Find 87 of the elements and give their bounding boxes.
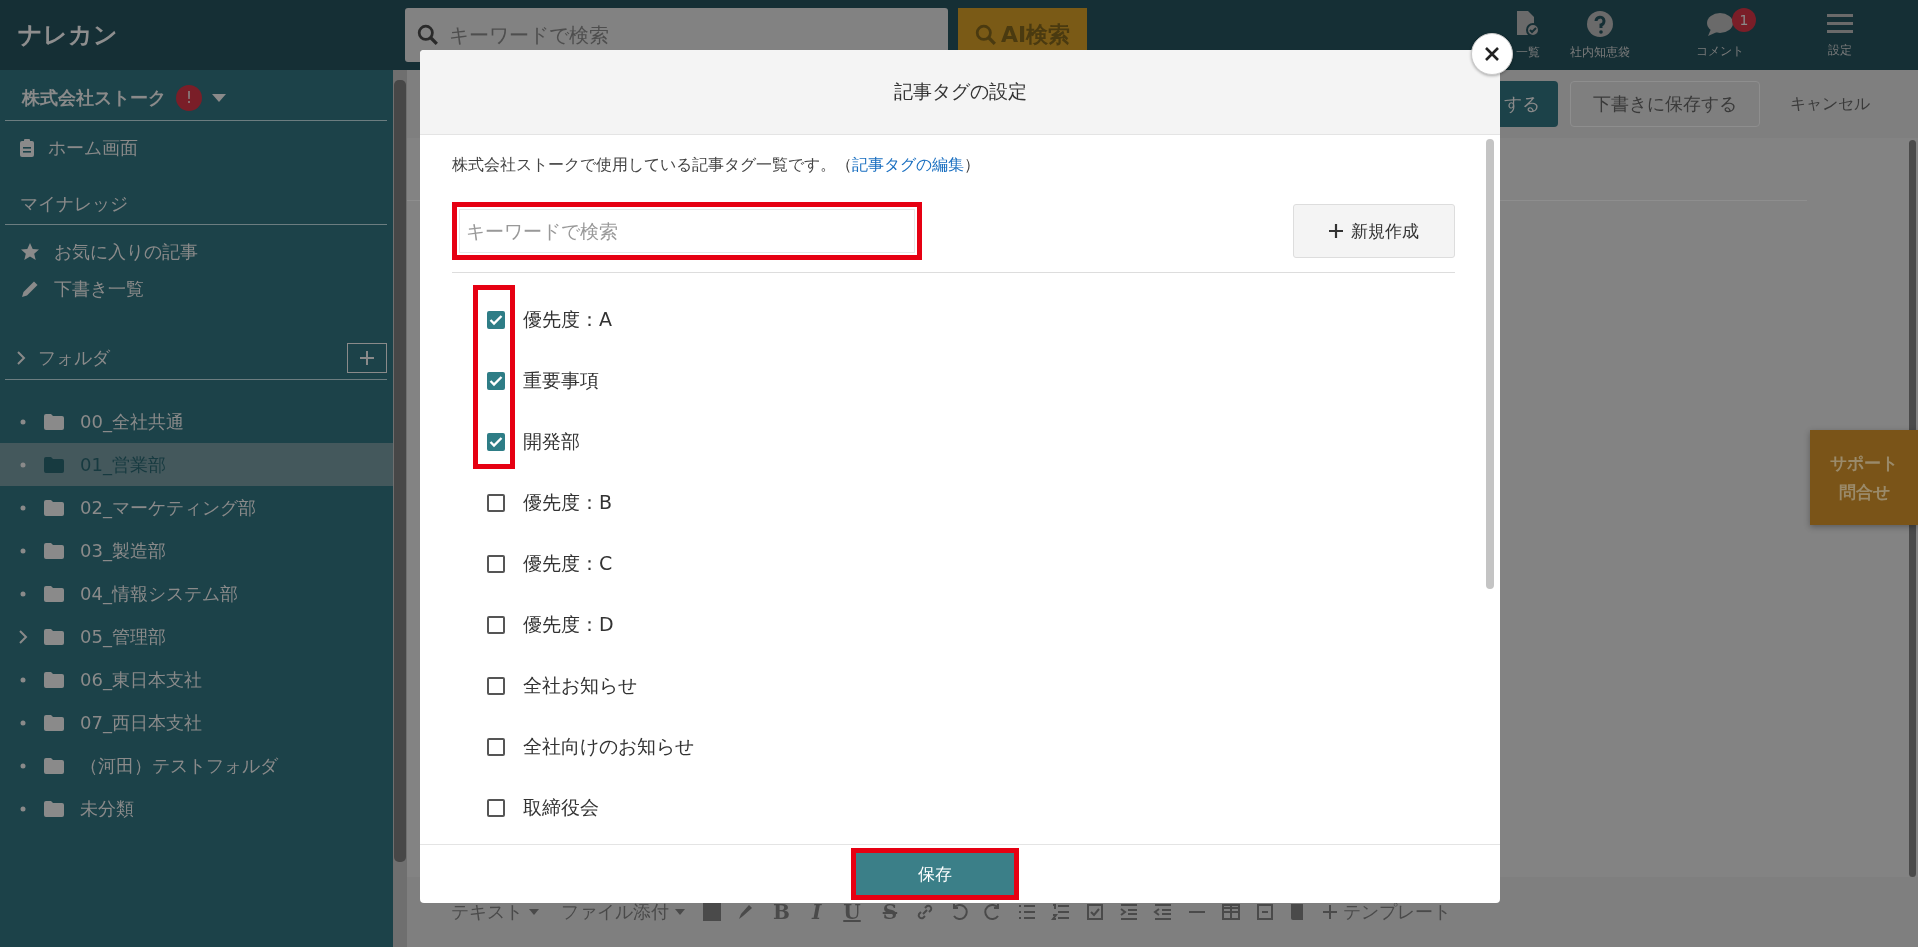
folder-item[interactable]: 06_東日本支社	[0, 658, 393, 701]
add-folder-button[interactable]	[347, 343, 387, 373]
dialog-title: 記事タグの設定	[893, 79, 1027, 104]
checkbox[interactable]	[487, 615, 505, 634]
help-icon	[1586, 9, 1614, 38]
indent-icon[interactable]	[1119, 902, 1140, 922]
tag-label: 開発部	[523, 428, 580, 454]
folder-icon	[44, 413, 64, 430]
caret-icon[interactable]	[212, 94, 226, 102]
search-field[interactable]: キーワードで検索	[459, 209, 915, 253]
plus-icon	[1323, 905, 1338, 919]
star-icon	[20, 241, 40, 262]
tag-label: 重要事項	[523, 367, 599, 393]
chevron-icon[interactable]	[16, 350, 26, 366]
folder-item[interactable]: 04_情報システム部	[0, 572, 393, 615]
checkbox[interactable]	[487, 310, 505, 329]
tag-label: 優先度：A	[523, 306, 612, 332]
caret-icon	[529, 909, 539, 915]
save-button[interactable]: 保存	[856, 853, 1014, 895]
folder-item[interactable]: 03_製造部	[0, 529, 393, 572]
folder-icon	[44, 800, 64, 817]
close-icon	[1484, 46, 1500, 62]
cancel-button[interactable]: キャンセル	[1772, 81, 1888, 127]
edit-tags-link[interactable]: 記事タグの編集	[852, 155, 964, 174]
folder-item[interactable]: （河田）テストフォルダ	[0, 744, 393, 787]
folder-item[interactable]: 07_西日本支社	[0, 701, 393, 744]
folder-icon	[44, 499, 64, 516]
logo: ナレカン	[18, 20, 119, 51]
scrollbar-thumb[interactable]	[394, 80, 406, 862]
checkbox[interactable]	[487, 432, 505, 451]
save-draft-button[interactable]: 下書きに保存する	[1570, 81, 1760, 127]
document-icon	[1514, 9, 1540, 38]
menu-icon	[1827, 11, 1853, 36]
nav-button[interactable]: 社内知恵袋	[1540, 0, 1660, 70]
checkbox[interactable]	[487, 493, 505, 512]
sidebar-link[interactable]: 下書き一覧	[20, 270, 387, 307]
tag-label: 優先度：D	[523, 611, 614, 637]
tag-label: 優先度：B	[523, 489, 613, 515]
outdent-icon[interactable]	[1153, 902, 1174, 922]
bullet-list-icon[interactable]	[1017, 902, 1038, 922]
tag-label: 取締役会	[523, 794, 599, 820]
numbered-list-icon[interactable]	[1051, 902, 1072, 922]
folder-icon	[44, 628, 64, 645]
book-icon[interactable]	[1289, 902, 1306, 922]
checkbox[interactable]	[487, 371, 505, 390]
table-icon[interactable]	[1221, 902, 1242, 922]
new-tag-button[interactable]: 新規作成	[1293, 204, 1455, 258]
folder-item[interactable]: 00_全社共通	[0, 400, 393, 443]
scrollbar-thumb[interactable]	[1486, 139, 1494, 589]
nav-button[interactable]: コメント 1	[1660, 0, 1780, 70]
tag-label: 全社お知らせ	[523, 672, 637, 698]
search-icon	[417, 24, 439, 46]
folder-icon	[44, 585, 64, 602]
checkbox-icon[interactable]	[1085, 902, 1106, 922]
folder-icon	[44, 542, 64, 559]
minus-box-icon[interactable]	[1255, 902, 1276, 922]
tag-label: 全社向けのお知らせ	[523, 733, 694, 759]
checkbox[interactable]	[487, 798, 505, 817]
plus-icon	[358, 349, 376, 367]
support-tab[interactable]: サポート 問合せ	[1810, 430, 1918, 525]
checkbox[interactable]	[487, 554, 505, 573]
folder-icon	[44, 757, 64, 774]
folder-icon	[44, 714, 64, 731]
description-text: 株式会社ストークで使用している記事タグ一覧です。（記事タグの編集）	[452, 154, 981, 176]
search-icon	[974, 24, 997, 46]
comment-icon	[1706, 10, 1734, 37]
folder-item[interactable]: 05_管理部	[0, 615, 393, 658]
folder-icon	[44, 671, 64, 688]
company-name: 株式会社ストーク	[22, 86, 166, 110]
clipboard-icon	[20, 138, 34, 157]
count-badge: 1	[1732, 8, 1756, 32]
chevron-icon[interactable]	[18, 629, 28, 644]
alert-badge: !	[176, 85, 202, 111]
text-color-icon[interactable]	[703, 903, 721, 921]
section-title: フォルダ	[38, 346, 110, 370]
folder-item[interactable]: 02_マーケティング部	[0, 486, 393, 529]
home-link[interactable]: ホーム画面	[20, 129, 387, 166]
folder-icon	[44, 456, 64, 473]
checkbox[interactable]	[487, 737, 505, 756]
caret-icon	[675, 909, 685, 915]
nav-button[interactable]: 設定	[1780, 0, 1900, 70]
plus-icon	[1329, 224, 1343, 238]
folder-item[interactable]: 未分類	[0, 787, 393, 830]
checkbox[interactable]	[487, 676, 505, 695]
sidebar-link[interactable]: お気に入りの記事	[20, 233, 387, 270]
tag-label: 優先度：C	[523, 550, 613, 576]
section-title: マイナレッジ	[20, 192, 129, 216]
